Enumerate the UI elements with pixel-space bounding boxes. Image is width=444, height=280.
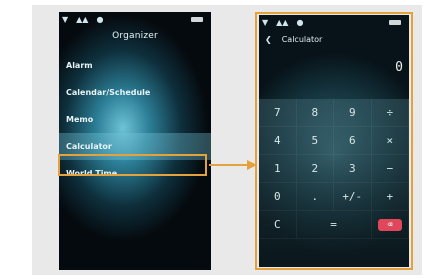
organizer-screen: ▼ ▲▲ ● Organizer Alarm Calendar/Schedule… <box>59 12 211 270</box>
key-plus-minus[interactable]: +/- <box>334 183 372 211</box>
key-divide[interactable]: ÷ <box>371 99 409 127</box>
display-value: 0 <box>395 60 403 75</box>
arrow-line <box>209 164 249 166</box>
sync-icon: ● <box>296 17 304 27</box>
calculator-screen: ▼ ▲▲ ● ❮ Calculator 0 7 8 9 ÷ 4 5 6 × 1 … <box>259 15 409 267</box>
battery-icon <box>389 19 401 25</box>
menu-item-label: Calculator <box>66 142 112 151</box>
calculator-title: Calculator <box>281 34 323 44</box>
calculator-display: 0 <box>259 49 409 75</box>
menu-item-label: Memo <box>66 115 94 124</box>
signal-icon: ▼ <box>262 17 269 27</box>
menu-item-label: Calendar/Schedule <box>66 88 151 97</box>
key-equals[interactable]: = <box>296 211 372 239</box>
menu-item-memo[interactable]: Memo <box>59 106 211 133</box>
network-icon: ▲▲ <box>76 14 89 24</box>
key-delete[interactable]: ⌫ <box>371 211 409 239</box>
organizer-title-text: Organizer <box>112 31 158 41</box>
status-bar: ▼ ▲▲ ● <box>259 15 409 29</box>
key-1[interactable]: 1 <box>259 155 297 183</box>
key-8[interactable]: 8 <box>296 99 334 127</box>
key-clear[interactable]: C <box>259 211 297 239</box>
key-3[interactable]: 3 <box>334 155 372 183</box>
key-4[interactable]: 4 <box>259 127 297 155</box>
status-bar: ▼ ▲▲ ● <box>59 12 211 26</box>
selection-highlight <box>58 154 207 176</box>
menu-item-alarm[interactable]: Alarm <box>59 52 211 79</box>
sync-icon: ● <box>96 14 104 24</box>
key-9[interactable]: 9 <box>334 99 372 127</box>
keypad: 7 8 9 ÷ 4 5 6 × 1 2 3 − 0 . +/- + C = ⌫ <box>259 99 409 267</box>
delete-icon: ⌫ <box>377 218 402 231</box>
organizer-title: Organizer <box>59 26 211 46</box>
back-icon[interactable]: ❮ <box>265 35 272 44</box>
calculator-title-bar: ❮ Calculator <box>259 29 409 49</box>
signal-icon: ▼ <box>62 14 69 24</box>
key-7[interactable]: 7 <box>259 99 297 127</box>
key-plus[interactable]: + <box>371 183 409 211</box>
network-icon: ▲▲ <box>276 17 289 27</box>
key-5[interactable]: 5 <box>296 127 334 155</box>
key-0[interactable]: 0 <box>259 183 297 211</box>
key-decimal[interactable]: . <box>296 183 334 211</box>
key-2[interactable]: 2 <box>296 155 334 183</box>
key-minus[interactable]: − <box>371 155 409 183</box>
key-6[interactable]: 6 <box>334 127 372 155</box>
battery-icon <box>191 16 203 22</box>
key-multiply[interactable]: × <box>371 127 409 155</box>
menu-item-label: Alarm <box>66 61 93 70</box>
menu-item-calendar[interactable]: Calendar/Schedule <box>59 79 211 106</box>
